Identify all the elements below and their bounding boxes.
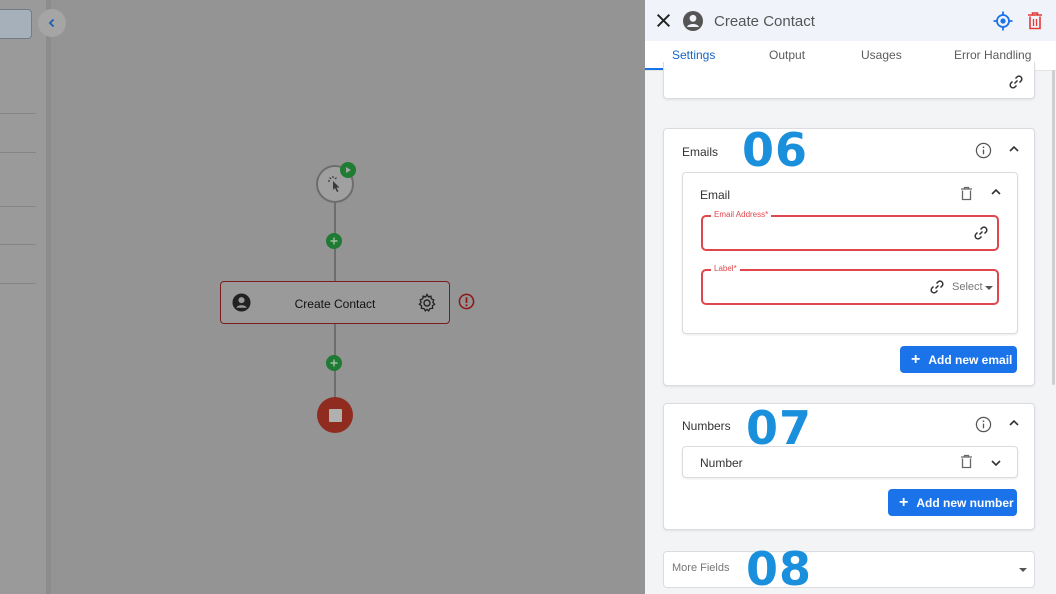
node-label: Create Contact xyxy=(294,297,376,311)
chevron-down-icon[interactable] xyxy=(990,457,1002,469)
label-field[interactable]: Label* Select xyxy=(701,264,999,305)
info-icon[interactable] xyxy=(975,416,992,433)
label-field-label: Label* xyxy=(711,264,740,273)
sidebar-divider xyxy=(0,283,36,284)
plus-icon xyxy=(330,359,338,367)
collapse-sidebar-button[interactable] xyxy=(38,9,66,37)
link-icon[interactable] xyxy=(929,279,945,295)
trash-icon[interactable] xyxy=(960,186,973,201)
panel-title: Create Contact xyxy=(714,13,815,30)
label-select[interactable]: Select xyxy=(952,281,983,293)
email-address-label: Email Address* xyxy=(711,210,772,219)
add-step-button[interactable] xyxy=(326,355,342,371)
user-avatar-icon xyxy=(683,11,703,31)
play-icon[interactable] xyxy=(340,162,356,178)
plus-icon: + xyxy=(899,493,909,511)
flow-canvas[interactable]: Create Contact xyxy=(0,0,645,594)
chevron-up-icon[interactable] xyxy=(1008,417,1020,429)
caret-down-icon xyxy=(1019,568,1027,572)
email-item-label: Email xyxy=(700,188,731,202)
chevron-left-icon xyxy=(48,18,55,28)
numbers-section-label: Numbers xyxy=(682,419,731,433)
settings-panel: Create Contact Settings Output Usages Er… xyxy=(645,0,1056,594)
email-address-field[interactable]: Email Address* xyxy=(701,210,999,251)
locate-icon[interactable] xyxy=(993,11,1013,31)
tab-output[interactable]: Output xyxy=(769,48,805,62)
plus-icon xyxy=(330,237,338,245)
emails-section: Emails 06 Email Email Address* Label* Se… xyxy=(663,123,1035,386)
close-icon[interactable] xyxy=(655,12,672,29)
add-new-email-label: Add new email xyxy=(928,352,1013,367)
stop-icon xyxy=(328,408,342,422)
link-icon[interactable] xyxy=(973,225,989,241)
add-step-button[interactable] xyxy=(326,233,342,249)
numbers-section: Numbers 07 Number + Add new number xyxy=(663,401,1035,530)
tab-usages[interactable]: Usages xyxy=(861,48,902,62)
sidebar-divider xyxy=(0,244,36,245)
delete-icon[interactable] xyxy=(1026,11,1044,31)
step-annotation: 08 xyxy=(746,542,813,594)
trash-icon[interactable] xyxy=(960,454,973,469)
more-fields-select[interactable]: More Fields 08 xyxy=(663,542,1035,594)
info-icon[interactable] xyxy=(975,142,992,159)
click-trigger-icon xyxy=(328,176,340,192)
more-fields-label: More Fields xyxy=(672,562,730,574)
step-annotation: 06 xyxy=(742,123,809,177)
error-icon[interactable] xyxy=(458,293,475,310)
add-new-email-button[interactable]: + Add new email xyxy=(900,346,1017,373)
create-contact-node[interactable]: Create Contact xyxy=(220,281,450,324)
number-item-card[interactable]: Number xyxy=(682,446,1018,478)
tab-settings[interactable]: Settings xyxy=(672,48,715,62)
link-icon[interactable] xyxy=(1008,74,1024,90)
left-sidebar xyxy=(0,0,46,594)
plus-icon: + xyxy=(911,350,921,368)
number-item-label: Number xyxy=(700,456,743,470)
tab-error-handling[interactable]: Error Handling xyxy=(954,48,1031,62)
panel-scrollbar[interactable] xyxy=(1052,70,1055,385)
previous-field-card xyxy=(663,62,1035,99)
emails-section-label: Emails xyxy=(682,145,719,159)
gear-icon[interactable] xyxy=(417,293,437,313)
resize-handle[interactable] xyxy=(46,0,51,594)
panel-header: Create Contact xyxy=(645,0,1056,41)
add-new-number-button[interactable]: + Add new number xyxy=(888,489,1017,516)
sidebar-divider xyxy=(0,206,36,207)
add-new-number-label: Add new number xyxy=(916,495,1014,510)
sidebar-selected-item[interactable] xyxy=(0,9,32,39)
email-item-card: Email Email Address* Label* Select xyxy=(682,172,1018,334)
chevron-up-icon[interactable] xyxy=(990,186,1002,198)
sidebar-divider xyxy=(0,113,36,114)
end-node[interactable] xyxy=(317,397,353,433)
sidebar-divider xyxy=(0,152,36,153)
chevron-up-icon[interactable] xyxy=(1008,143,1020,155)
caret-down-icon xyxy=(985,286,993,290)
